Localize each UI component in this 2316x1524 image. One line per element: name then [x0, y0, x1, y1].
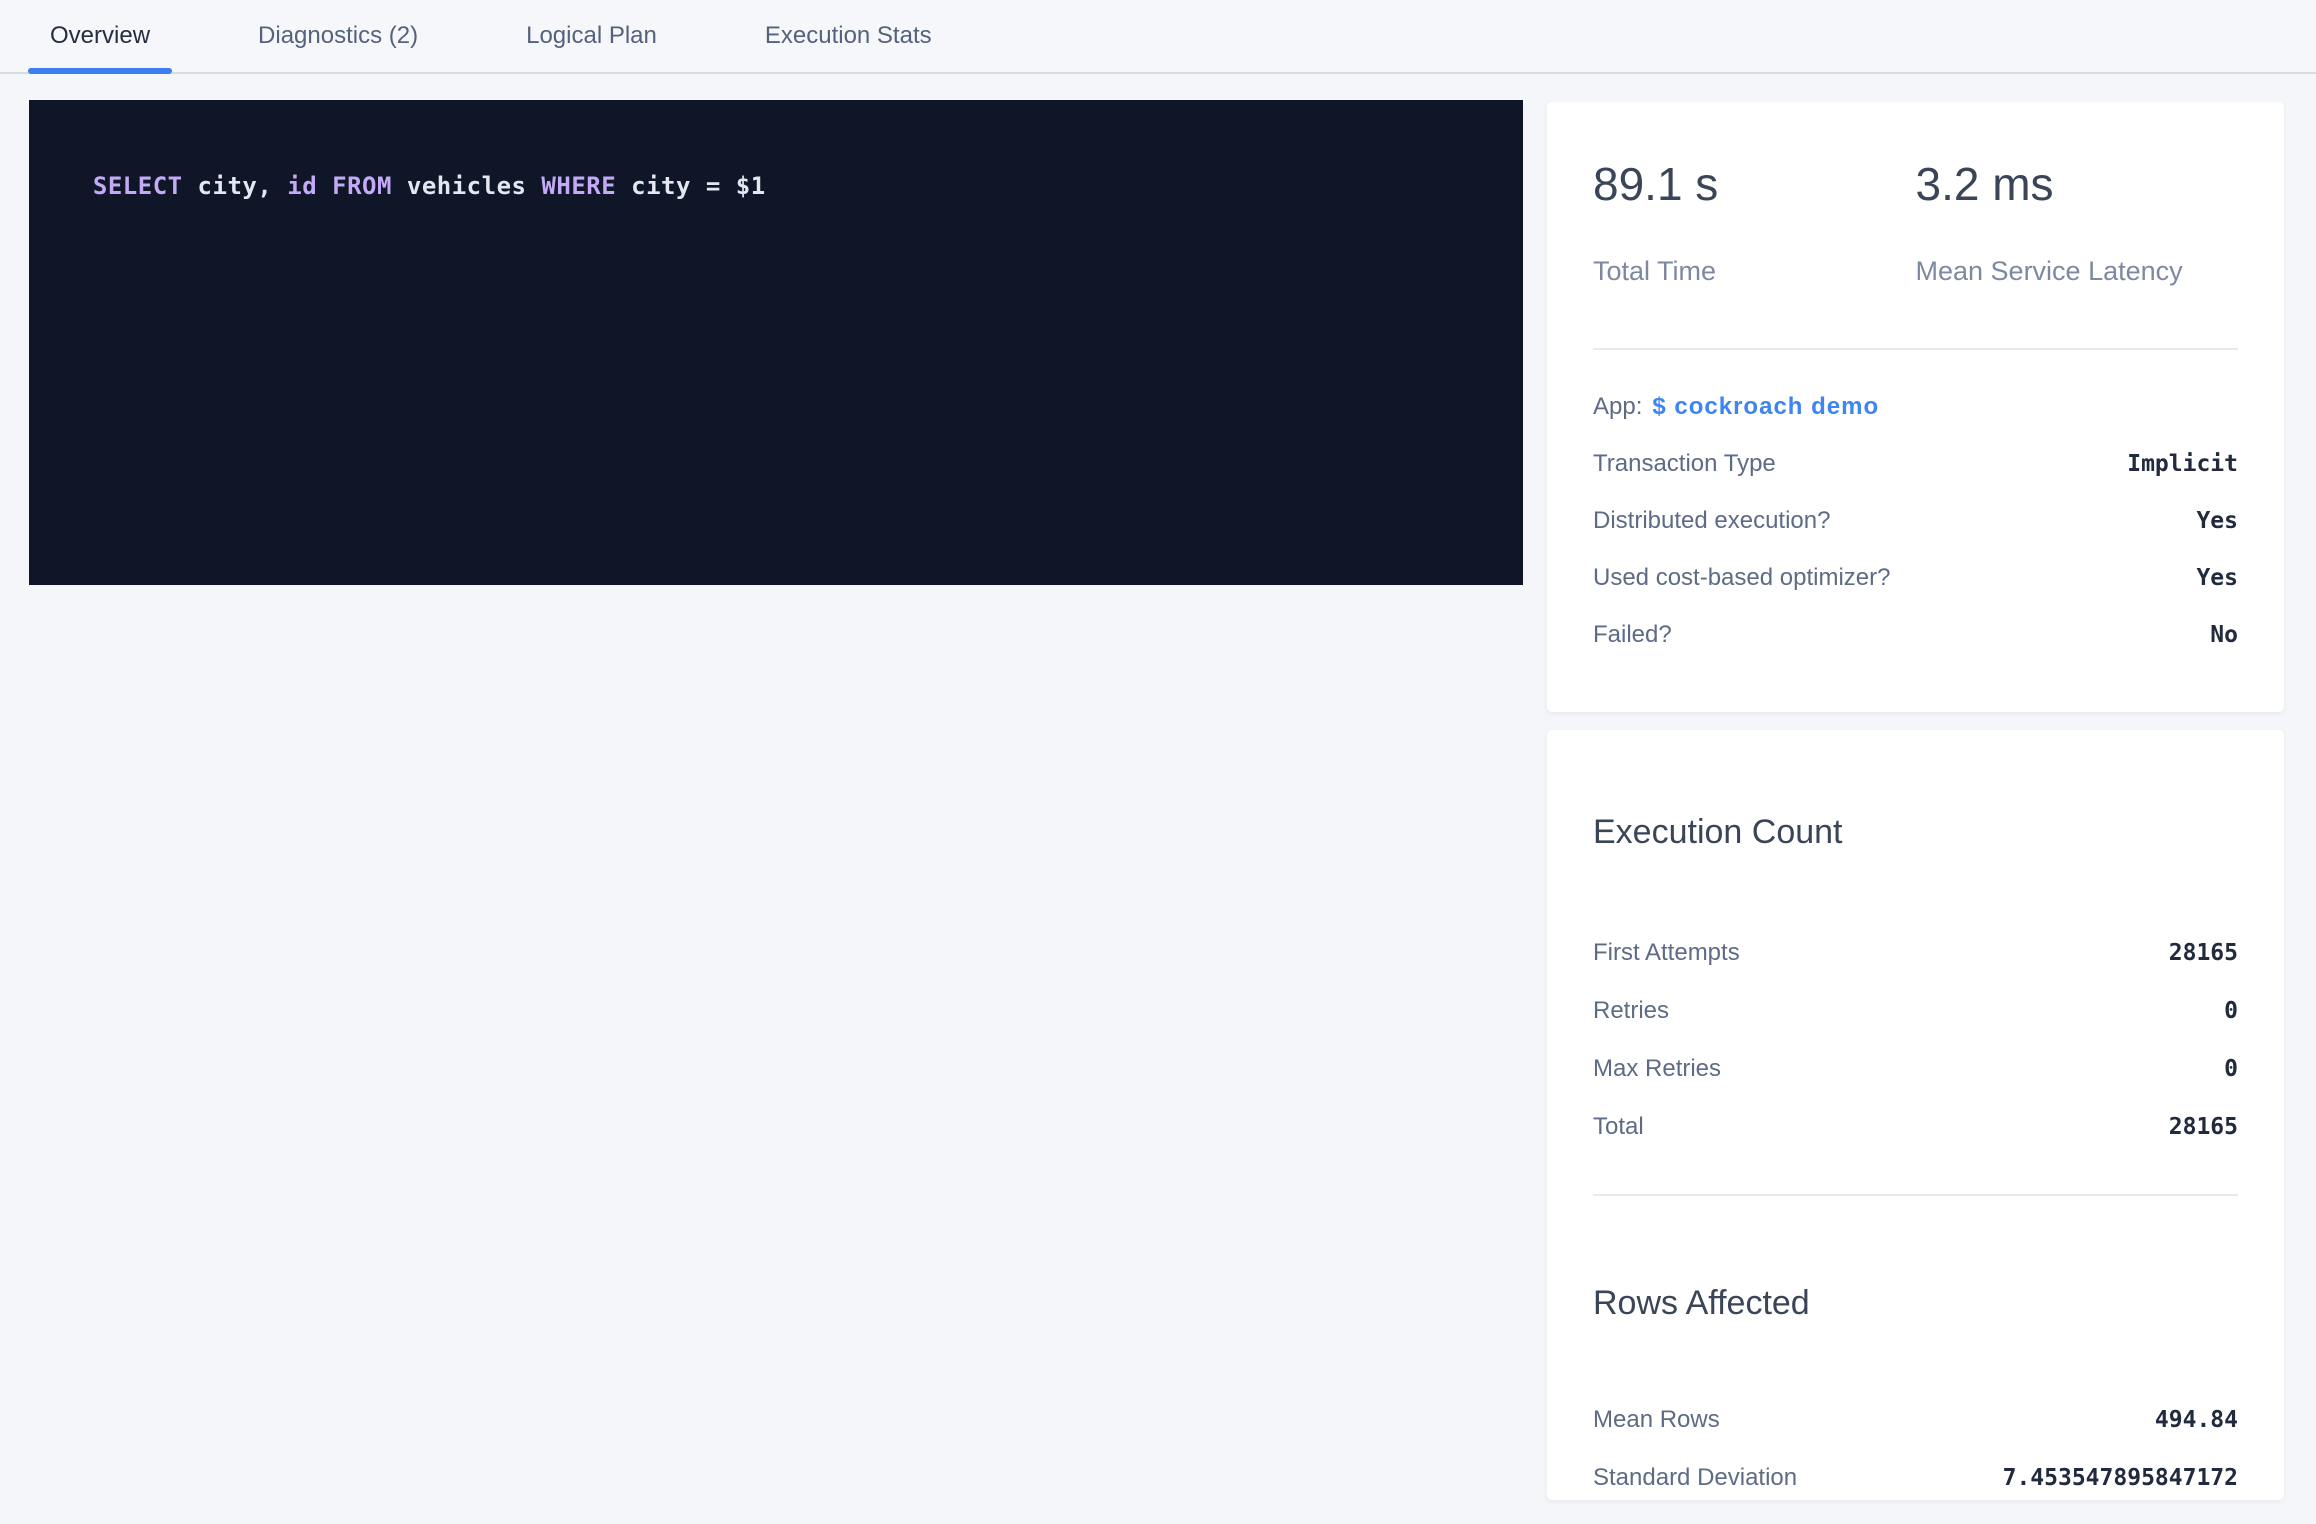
total-value: 28165: [2169, 1114, 2238, 1140]
max-retries-row: Max Retries 0: [1593, 1040, 2238, 1098]
distributed-execution-label: Distributed execution?: [1593, 507, 1830, 535]
overview-summary-card: 89.1 s Total Time 3.2 ms Mean Service La…: [1547, 102, 2284, 712]
rows-affected-title: Rows Affected: [1593, 1196, 2238, 1325]
cost-based-optimizer-row: Used cost-based optimizer? Yes: [1593, 549, 2238, 606]
distributed-execution-value: Yes: [2196, 508, 2238, 534]
sql-keyword: WHERE: [541, 172, 616, 200]
standard-deviation-value: 7.453547895847172: [2003, 1465, 2238, 1491]
sql-keyword: FROM: [332, 172, 392, 200]
first-attempts-row: First Attempts 28165: [1593, 924, 2238, 982]
sql-text: [317, 172, 332, 200]
card-divider: [1593, 348, 2238, 350]
sql-text: city,: [183, 172, 288, 200]
app-label: App:: [1593, 393, 1642, 421]
tab-logical-plan[interactable]: Logical Plan: [504, 0, 679, 72]
sql-keyword: SELECT: [93, 172, 183, 200]
total-label: Total: [1593, 1113, 1644, 1141]
execution-count-rows: First Attempts 28165 Retries 0 Max Retri…: [1593, 924, 2238, 1156]
tab-bar: Overview Diagnostics (2) Logical Plan Ex…: [0, 0, 2316, 74]
app-link[interactable]: $ cockroach demo: [1652, 393, 1879, 421]
failed-value: No: [2210, 622, 2238, 648]
transaction-type-row: Transaction Type Implicit: [1593, 435, 2238, 492]
sql-statement-box: SELECT city, id FROM vehicles WHERE city…: [29, 100, 1523, 585]
execution-count-title: Execution Count: [1593, 730, 2238, 854]
mean-rows-value: 494.84: [2155, 1407, 2238, 1433]
tab-overview[interactable]: Overview: [28, 0, 172, 72]
mean-rows-label: Mean Rows: [1593, 1406, 1720, 1434]
failed-row: Failed? No: [1593, 606, 2238, 663]
tab-execution-stats[interactable]: Execution Stats: [743, 0, 954, 72]
mean-service-latency-value: 3.2 ms: [1916, 156, 2239, 212]
sql-text: vehicles: [392, 172, 542, 200]
distributed-execution-row: Distributed execution? Yes: [1593, 492, 2238, 549]
overview-rows: App: $ cockroach demo Transaction Type I…: [1593, 378, 2238, 663]
first-attempts-value: 28165: [2169, 940, 2238, 966]
retries-row: Retries 0: [1593, 982, 2238, 1040]
app-row: App: $ cockroach demo: [1593, 378, 2238, 435]
cost-based-optimizer-value: Yes: [2196, 565, 2238, 591]
metric-total-time: 89.1 s Total Time: [1593, 156, 1916, 288]
transaction-type-label: Transaction Type: [1593, 450, 1776, 478]
transaction-type-value: Implicit: [2127, 451, 2238, 477]
mean-rows-row: Mean Rows 494.84: [1593, 1391, 2238, 1449]
total-time-label: Total Time: [1593, 254, 1916, 288]
cost-based-optimizer-label: Used cost-based optimizer?: [1593, 564, 1890, 592]
max-retries-label: Max Retries: [1593, 1055, 1721, 1083]
first-attempts-label: First Attempts: [1593, 939, 1740, 967]
mean-service-latency-label: Mean Service Latency: [1916, 254, 2239, 288]
rows-affected-rows: Mean Rows 494.84 Standard Deviation 7.45…: [1593, 1391, 2238, 1507]
standard-deviation-label: Standard Deviation: [1593, 1464, 1797, 1492]
standard-deviation-row: Standard Deviation 7.453547895847172: [1593, 1449, 2238, 1507]
max-retries-value: 0: [2224, 1056, 2238, 1082]
sql-text: city = $1: [616, 172, 766, 200]
details-column: 89.1 s Total Time 3.2 ms Mean Service La…: [1547, 102, 2284, 1500]
total-time-value: 89.1 s: [1593, 156, 1916, 212]
metrics-row: 89.1 s Total Time 3.2 ms Mean Service La…: [1593, 102, 2238, 288]
retries-value: 0: [2224, 998, 2238, 1024]
failed-label: Failed?: [1593, 621, 1672, 649]
execution-stats-card: Execution Count First Attempts 28165 Ret…: [1547, 730, 2284, 1500]
sql-keyword: id: [287, 172, 317, 200]
tab-diagnostics[interactable]: Diagnostics (2): [236, 0, 440, 72]
retries-label: Retries: [1593, 997, 1669, 1025]
metric-mean-service-latency: 3.2 ms Mean Service Latency: [1916, 156, 2239, 288]
total-row: Total 28165: [1593, 1098, 2238, 1156]
